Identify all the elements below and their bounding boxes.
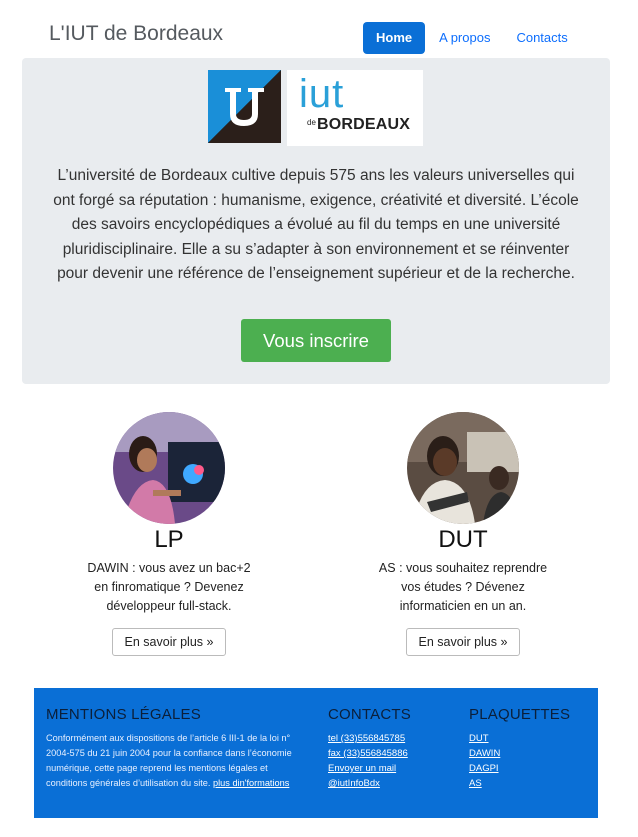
logo-text-bordeaux: BORDEAUX	[317, 116, 411, 133]
iut-bordeaux-logo: iut de BORDEAUX	[287, 70, 423, 146]
intro-paragraph: L’université de Bordeaux cultive depuis …	[53, 167, 579, 282]
logo-text-de: de	[307, 118, 316, 127]
lp-title: LP	[154, 526, 184, 553]
nav-home[interactable]: Home	[363, 22, 426, 54]
logo-text-iut: iut	[299, 72, 345, 116]
main-nav: Home A propos Contacts	[363, 22, 581, 54]
plaquette-as-link[interactable]: AS	[469, 776, 589, 791]
jumbotron: iut de BORDEAUX L’université de Bordeaux…	[22, 58, 610, 384]
site-brand[interactable]: L'IUT de Bordeaux	[49, 22, 223, 46]
dut-column: DUT AS : vous souhaitez reprendre vos ét…	[363, 412, 563, 656]
plaquette-dawin-link[interactable]: DAWIN	[469, 746, 589, 761]
logos: iut de BORDEAUX	[208, 70, 423, 146]
dut-more-button[interactable]: En savoir plus »	[405, 628, 521, 656]
legal-more-link[interactable]: plus din'formations	[213, 778, 289, 788]
plaquette-dut-link[interactable]: DUT	[469, 731, 589, 746]
footer-legal: MENTIONS LÉGALES Conformément aux dispos…	[46, 706, 306, 791]
contact-tel-link[interactable]: tel (33)556845785	[328, 731, 448, 746]
dut-avatar	[407, 412, 519, 524]
register-button[interactable]: Vous inscrire	[241, 319, 391, 362]
nav-a-propos[interactable]: A propos	[426, 22, 503, 54]
plaquette-dagpi-link[interactable]: DAGPI	[469, 761, 589, 776]
nav-contacts[interactable]: Contacts	[503, 22, 580, 54]
lp-description: DAWIN : vous avez un bac+2 en finromatiq…	[87, 561, 251, 613]
navbar: L'IUT de Bordeaux Home A propos Contacts	[0, 0, 638, 58]
legal-title: MENTIONS LÉGALES	[46, 706, 201, 723]
contacts-title: CONTACTS	[328, 706, 411, 723]
footer-plaquettes: PLAQUETTES DUT DAWIN DAGPI AS	[469, 706, 589, 791]
contact-fax-link[interactable]: fax (33)556845886	[328, 746, 448, 761]
plaquettes-title: PLAQUETTES	[469, 706, 571, 723]
legal-text-block: Conformément aux dispositions de l’artic…	[46, 731, 306, 791]
university-logo	[208, 70, 281, 143]
footer-contacts: CONTACTS tel (33)556845785 fax (33)55684…	[328, 706, 448, 791]
dut-description: AS : vous souhaitez reprendre vos études…	[378, 561, 548, 613]
contact-twitter-link[interactable]: @iutInfoBdx	[328, 776, 448, 791]
lp-more-button[interactable]: En savoir plus »	[111, 628, 227, 656]
dut-title: DUT	[438, 526, 488, 553]
contact-mail-link[interactable]: Envoyer un mail	[328, 761, 448, 776]
lp-avatar	[113, 412, 225, 524]
footer: MENTIONS LÉGALES Conformément aux dispos…	[34, 688, 598, 818]
lp-column: LP DAWIN : vous avez un bac+2 en finroma…	[69, 412, 269, 656]
